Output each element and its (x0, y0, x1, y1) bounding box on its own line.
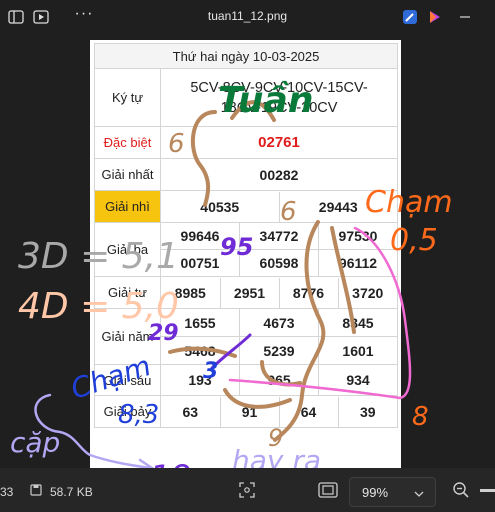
prize-7-value: 63 (161, 396, 221, 427)
prize-1-value: 00282 (160, 158, 398, 191)
kytu-line-1: 5CV-8CV-9CV-10CV-15CV- (190, 79, 368, 96)
chevron-down-icon (414, 486, 424, 504)
lottery-result-image: Thứ hai ngày 10-03-2025 Ký tự 5CV-8CV-9C… (90, 40, 401, 468)
zoom-out-icon[interactable] (452, 481, 470, 502)
prize-1-label: Giải nhất (94, 158, 161, 191)
image-counter: 33 (0, 485, 14, 499)
disk-icon (30, 484, 42, 499)
prize-db-value: 02761 (160, 126, 398, 159)
prize-4-value: 3720 (352, 284, 384, 301)
draw-date: Thứ hai ngày 10-03-2025 (94, 43, 398, 69)
kytu-label: Ký tự (94, 68, 161, 127)
kytu-line-2: 18CV-19CV-20CV (220, 99, 338, 116)
prize-5-value: 5468 (160, 336, 240, 365)
prize-5-value: 5239 (239, 336, 319, 365)
prize-2-value: 29443 (318, 198, 358, 215)
prize-1-row: Giải nhất 00282 (94, 158, 398, 191)
prize-5-label: Giải năm (94, 308, 161, 365)
prize-3-row: Giải ba 99646 34772 97530 (94, 222, 398, 277)
zoom-level-value: 99% (362, 485, 389, 500)
prize-4-row: Giải tư 8985 2951 8776 3720 (94, 276, 398, 309)
prize-4-label: Giải tư (94, 276, 161, 309)
prize-7-value: 64 (279, 396, 339, 427)
prize-db-label: Đặc biệt (94, 126, 161, 159)
prize-6-value: 965 (239, 364, 319, 396)
kytu-value: 5CV-8CV-9CV-10CV-15CV- 18CV-19CV-20CV (160, 68, 398, 127)
prize-2-row: Giải nhì 40535 29443 (94, 190, 398, 223)
prize-5-value: 1655 (160, 308, 240, 337)
prize-5-value: 4673 (239, 308, 319, 337)
prize-4-value: 2951 (220, 277, 280, 308)
annotation-8: 8 (412, 402, 429, 432)
prize-7-label: Giải bảy (94, 395, 161, 428)
prize-3-value: 99646 (160, 222, 240, 250)
annotation-cap: cặp (10, 426, 60, 459)
prize-5-value: 8345 (318, 308, 398, 337)
prize-6-value: 934 (318, 364, 398, 396)
actual-size-icon[interactable] (318, 481, 338, 502)
prize-6-label: Giải sáu (94, 364, 161, 396)
prize-4-value: 8776 (279, 277, 339, 308)
prize-5-value: 1601 (318, 336, 398, 365)
prize-3-value: 34772 (239, 222, 319, 250)
fit-to-window-icon[interactable] (238, 481, 256, 502)
zoom-level-dropdown[interactable]: 99% (349, 477, 436, 507)
file-size: 58.7 KB (50, 485, 93, 499)
prize-7-value: 91 (220, 396, 280, 427)
copilot-icon[interactable] (425, 7, 445, 27)
prize-2-value: 40535 (161, 191, 280, 222)
title-bar: ··· tuan11_12.png (0, 0, 495, 34)
kytu-row: Ký tự 5CV-8CV-9CV-10CV-15CV- 18CV-19CV-2… (94, 68, 398, 127)
date-row: Thứ hai ngày 10-03-2025 (94, 43, 398, 69)
prize-7-value: 39 (359, 403, 376, 420)
prize-db-row: Đặc biệt 02761 (94, 126, 398, 159)
prize-3-value: 96112 (318, 249, 398, 277)
minimize-button[interactable] (455, 7, 475, 27)
prize-6-value: 193 (160, 364, 240, 396)
prize-3-value: 60598 (239, 249, 319, 277)
file-name-title: tuan11_12.png (207, 9, 288, 23)
prize-6-row: Giải sáu 193 965 934 (94, 364, 398, 396)
prize-5-row: Giải năm 1655 4673 8345 (94, 308, 398, 365)
prize-7-row: Giải bảy 63 91 64 39 (94, 395, 398, 428)
prize-2-label: Giải nhì (94, 190, 161, 223)
lottery-result-table: Thứ hai ngày 10-03-2025 Ký tự 5CV-8CV-9C… (94, 43, 398, 428)
prize-4-value: 8985 (161, 277, 221, 308)
image-viewer-window: ··· tuan11_12.png Thứ hai ngày 10-03-202… (0, 0, 495, 512)
prize-3-value: 97530 (318, 222, 398, 250)
edit-image-icon[interactable] (400, 7, 420, 27)
zoom-slider[interactable] (480, 489, 495, 492)
prize-3-value: 00751 (160, 249, 240, 277)
prize-3-label: Giải ba (94, 222, 161, 277)
